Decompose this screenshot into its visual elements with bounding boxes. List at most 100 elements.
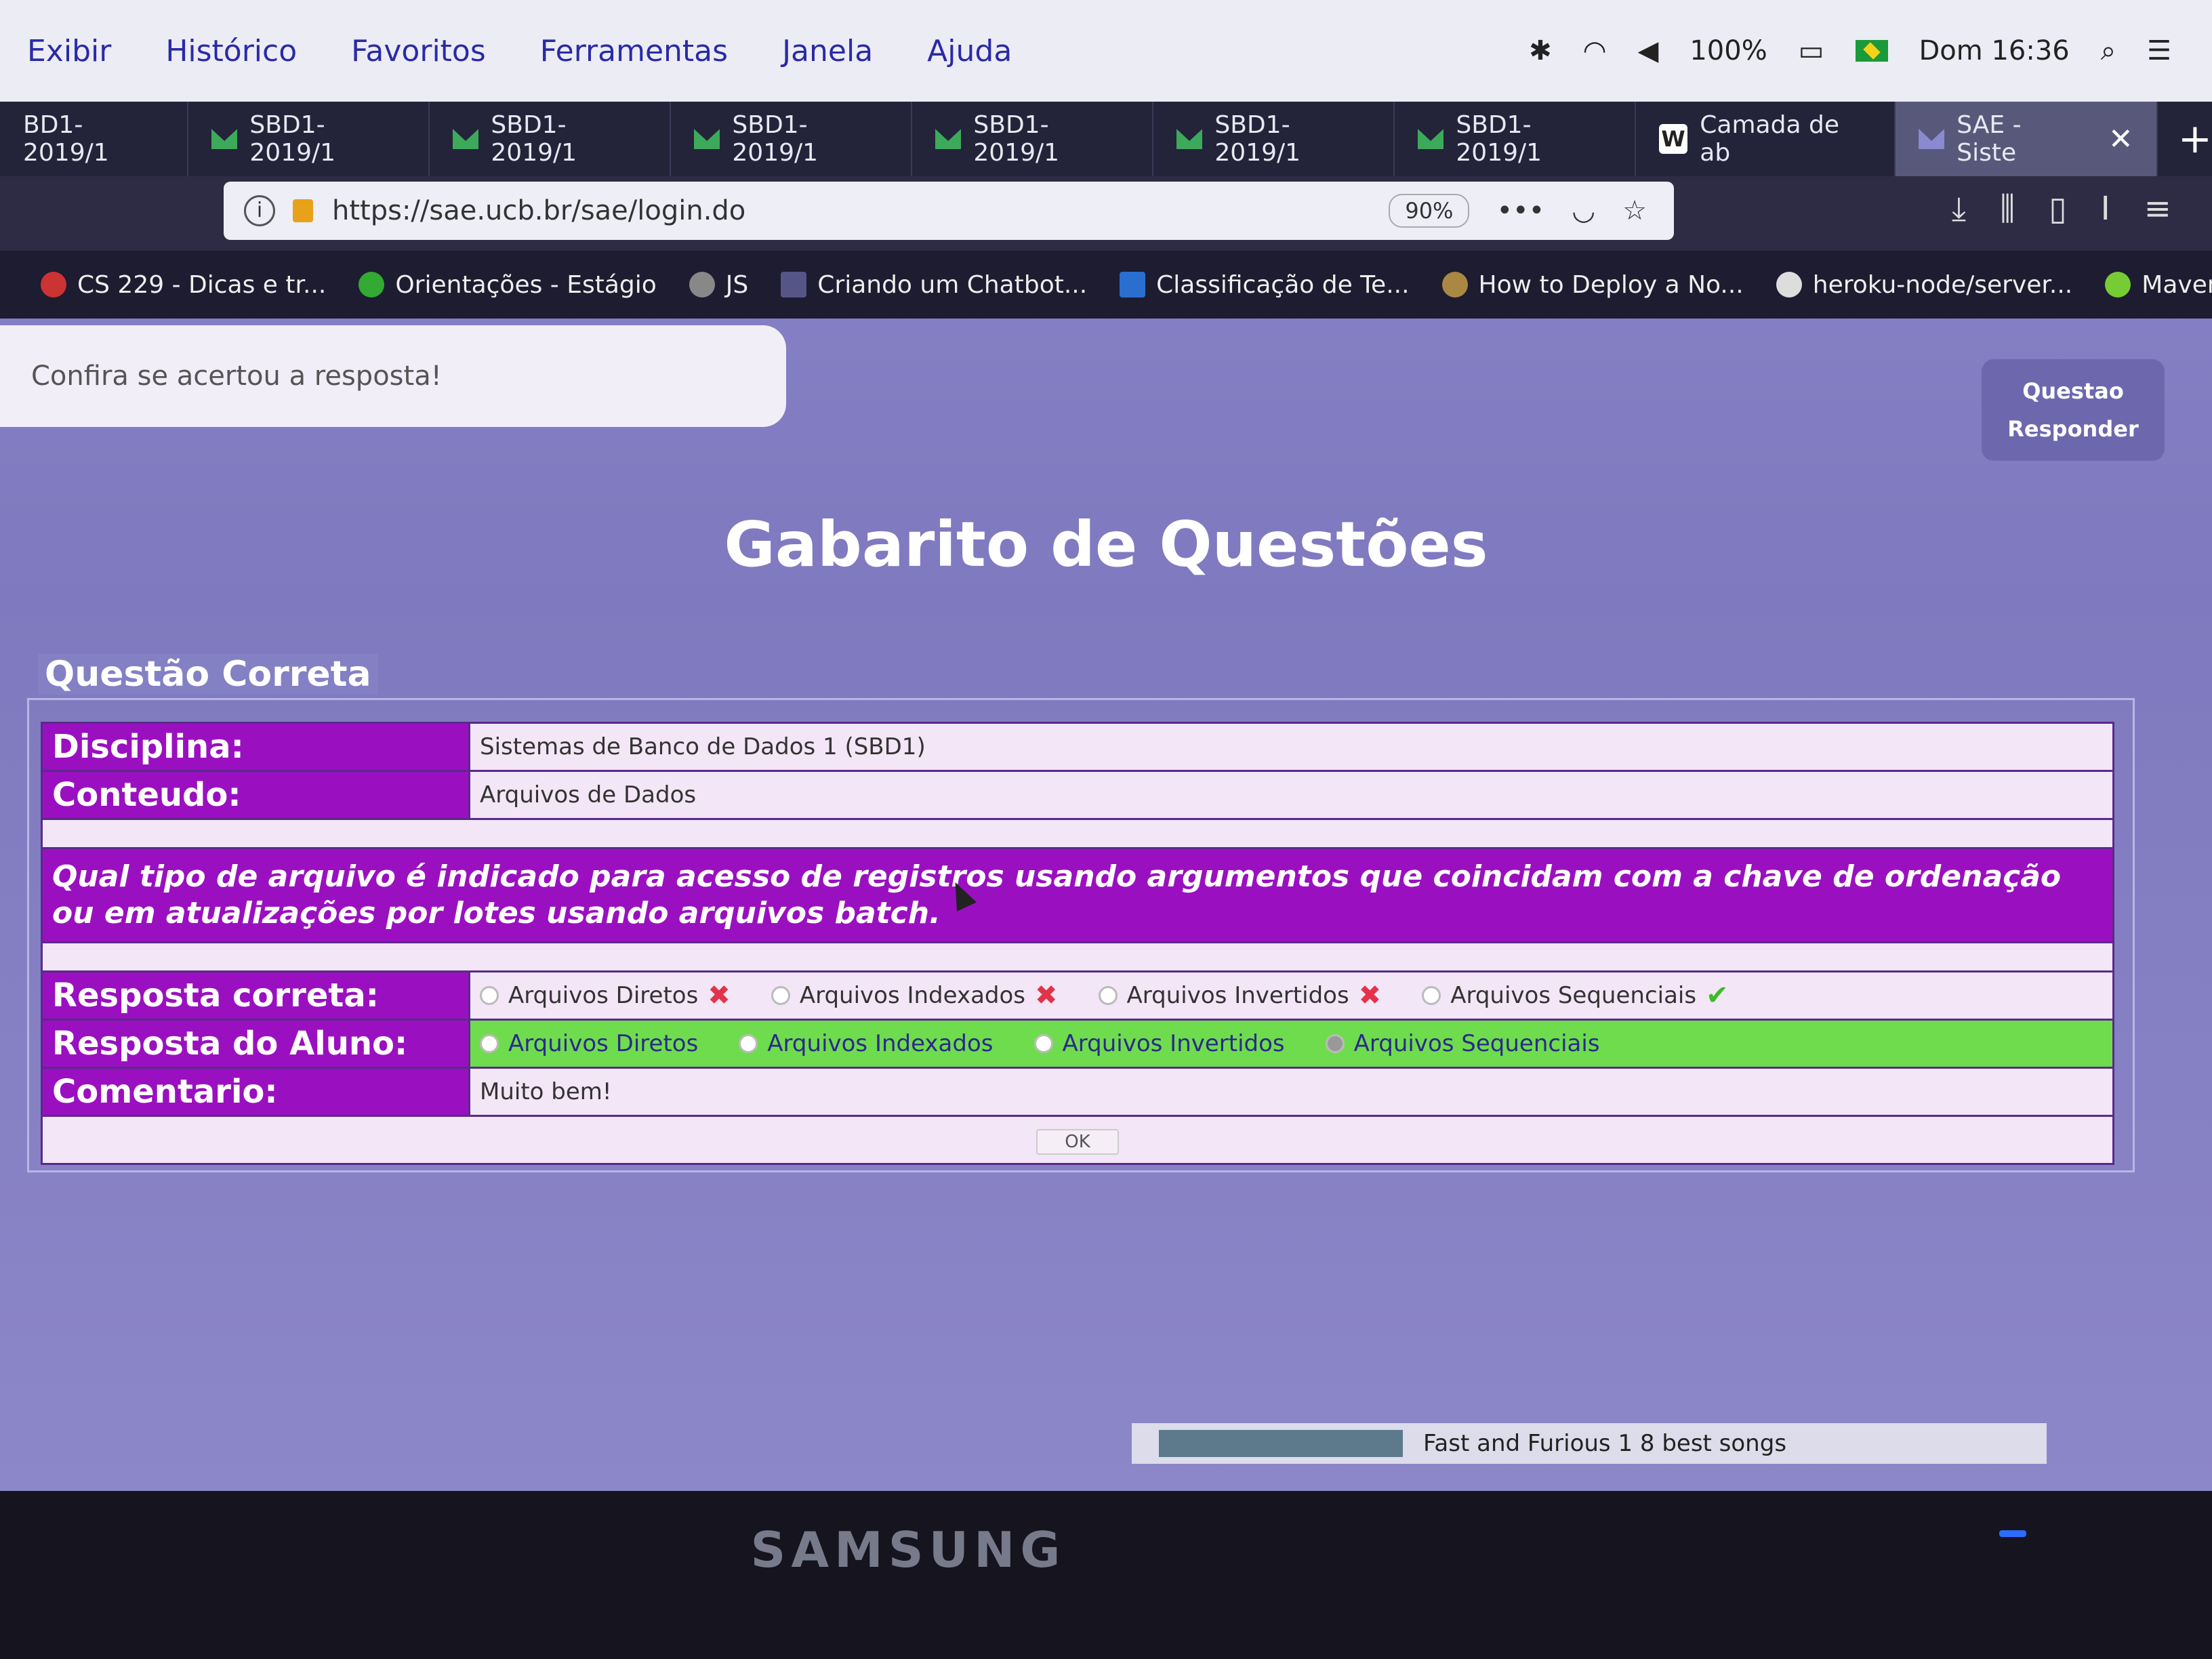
pocket-icon[interactable]: ◡	[1572, 195, 1595, 226]
tab-sbd1-5[interactable]: SBD1-2019/1	[1153, 102, 1395, 176]
table-row: Resposta do Aluno: Arquivos Diretos Arqu…	[41, 1019, 2114, 1069]
media-window[interactable]: Fast and Furious 1 8 best songs	[1132, 1423, 2047, 1464]
menu-exibir[interactable]: Exibir	[27, 34, 111, 68]
sidebar-icon[interactable]: ▯	[2049, 190, 2066, 228]
radio-icon[interactable]	[1325, 1034, 1345, 1053]
screen: Exibir Histórico Favoritos Ferramentas J…	[0, 0, 2212, 1491]
student-option-invertidos[interactable]: Arquivos Invertidos	[1033, 1030, 1285, 1057]
hamburger-menu-icon[interactable]: ≡	[2144, 190, 2171, 228]
radio-icon[interactable]	[739, 1034, 758, 1053]
cross-icon: ✖	[1358, 980, 1382, 1011]
bluetooth-icon[interactable]: ✱	[1529, 35, 1552, 66]
action-box: Questao Responder	[1982, 359, 2165, 461]
menu-janela[interactable]: Janela	[782, 34, 873, 68]
gmail-icon	[1176, 129, 1203, 149]
volume-icon[interactable]: ◀	[1638, 35, 1659, 66]
gmail-icon	[211, 129, 238, 149]
spacer-row	[41, 941, 2114, 972]
tab-sbd1-6[interactable]: SBD1-2019/1	[1395, 102, 1636, 176]
menu-ferramentas[interactable]: Ferramentas	[540, 34, 728, 68]
student-option-diretos[interactable]: Arquivos Diretos	[480, 1030, 698, 1057]
ok-button[interactable]: OK	[1036, 1129, 1119, 1155]
url-text[interactable]: https://sae.ucb.br/sae/login.do	[332, 195, 745, 226]
bookmark-orientacoes[interactable]: Orientações - Estágio	[359, 270, 657, 299]
tab-sbd1-0[interactable]: BD1-2019/1	[0, 102, 188, 176]
globe-icon	[689, 272, 715, 298]
resposta-aluno-label: Resposta do Aluno:	[41, 1019, 470, 1069]
bookmark-js[interactable]: JS	[689, 271, 748, 299]
close-icon[interactable]: ✕	[2108, 122, 2133, 157]
tab-label: SBD1-2019/1	[1456, 111, 1542, 167]
radio-icon[interactable]	[1033, 1034, 1053, 1053]
student-option-sequenciais[interactable]: Arquivos Sequenciais	[1325, 1030, 1600, 1057]
new-tab-icon[interactable]: +	[2178, 115, 2212, 163]
option-label: Arquivos Invertidos	[1062, 1030, 1285, 1057]
sae-favicon-icon	[1919, 129, 1945, 149]
conteudo-value: Arquivos de Dados	[468, 770, 2114, 820]
tab-sbd1-4[interactable]: SBD1-2019/1	[912, 102, 1153, 176]
battery-icon[interactable]: ▭	[1799, 35, 1824, 66]
responder-button[interactable]: Responder	[2007, 416, 2138, 442]
option-label: Arquivos Diretos	[508, 1030, 699, 1057]
download-icon[interactable]: ⤓	[1952, 190, 1966, 228]
library-icon[interactable]: ⫼	[2000, 190, 2015, 228]
resposta-correta-label: Resposta correta:	[41, 970, 470, 1021]
question-text: Qual tipo de arquivo é indicado para ace…	[41, 847, 2114, 943]
bookmark-heroku[interactable]: heroku-node/server...	[1776, 271, 2072, 299]
battery-percent: 100%	[1689, 35, 1767, 66]
zoom-level[interactable]: 90%	[1389, 194, 1470, 228]
info-icon[interactable]: i	[244, 195, 275, 226]
more-icon[interactable]: •••	[1496, 195, 1544, 226]
tab-sae[interactable]: SAE - Siste ✕	[1896, 102, 2158, 176]
clock[interactable]: Dom 16:36	[1919, 35, 2070, 66]
wifi-icon[interactable]: ◠	[1583, 35, 1607, 66]
search-icon[interactable]: ⌕	[2101, 35, 2116, 66]
table-row: Disciplina: Sistemas de Banco de Dados 1…	[41, 722, 2114, 772]
tab-sbd1-3[interactable]: SBD1-2019/1	[671, 102, 912, 176]
flag-icon[interactable]	[1855, 40, 1888, 62]
bookmark-deploy[interactable]: How to Deploy a No...	[1441, 270, 1744, 299]
bookmark-classificacao[interactable]: Classificação de Te...	[1120, 271, 1410, 299]
cross-icon: ✖	[1035, 980, 1058, 1011]
wikipedia-icon: W	[1658, 124, 1688, 154]
menu-list-icon[interactable]: ☰	[2147, 35, 2171, 66]
menu-favoritos[interactable]: Favoritos	[351, 34, 486, 68]
option-label: Arquivos Invertidos	[1126, 982, 1349, 1009]
gmail-icon	[935, 129, 962, 149]
monitor-brand-logo: SAMSUNG	[750, 1521, 1066, 1578]
table-row: Conteudo: Arquivos de Dados	[41, 770, 2114, 820]
tab-camada[interactable]: W Camada de ab	[1636, 102, 1896, 176]
bookmark-label: Orientações - Estágio	[395, 270, 657, 299]
tab-label: SBD1-2019/1	[1214, 111, 1301, 167]
gmail-icon	[693, 129, 720, 149]
notice-message: Confira se acertou a resposta!	[0, 325, 786, 427]
menubar: Exibir Histórico Favoritos Ferramentas J…	[0, 0, 2212, 102]
radio-icon	[1422, 986, 1441, 1005]
bookmark-label: How to Deploy a No...	[1478, 270, 1744, 299]
menu-historico[interactable]: Histórico	[165, 34, 297, 68]
disciplina-label: Disciplina:	[41, 722, 470, 772]
radio-icon[interactable]	[480, 1034, 499, 1053]
tab-sbd1-2[interactable]: SBD1-2019/1	[430, 102, 671, 176]
star-icon[interactable]: ☆	[1622, 195, 1647, 226]
bookmark-cs229[interactable]: CS 229 - Dicas e tr...	[41, 271, 326, 299]
tab-sbd1-1[interactable]: SBD1-2019/1	[188, 102, 430, 176]
student-option-indexados[interactable]: Arquivos Indexados	[739, 1030, 994, 1057]
tab-label: SBD1-2019/1	[249, 111, 336, 167]
bookmark-icon	[781, 272, 807, 298]
tab-label: SAE - Siste	[1957, 111, 2022, 167]
tab-label: SBD1-2019/1	[491, 111, 577, 167]
answer-table: Disciplina: Sistemas de Banco de Dados 1…	[41, 722, 2114, 1165]
extension-icon[interactable]: I	[2101, 190, 2110, 228]
spacer-row	[41, 818, 2114, 849]
questao-button[interactable]: Questao	[2022, 378, 2124, 404]
conteudo-label: Conteudo:	[41, 770, 470, 820]
option-label: Arquivos Sequenciais	[1353, 1030, 1600, 1057]
bookmark-label: Criando um Chatbot...	[817, 270, 1088, 299]
status-area: ✱ ◠ ◀ 100% ▭ Dom 16:36 ⌕ ☰	[1529, 35, 2171, 66]
bookmark-maven[interactable]: Maven Tutorial: Intr...	[2105, 271, 2212, 299]
insecure-lock-icon[interactable]	[293, 199, 313, 222]
url-bar[interactable]: i https://sae.ucb.br/sae/login.do 90% ••…	[224, 182, 1674, 240]
menu-ajuda[interactable]: Ajuda	[927, 34, 1012, 68]
bookmark-chatbot[interactable]: Criando um Chatbot...	[781, 271, 1087, 299]
